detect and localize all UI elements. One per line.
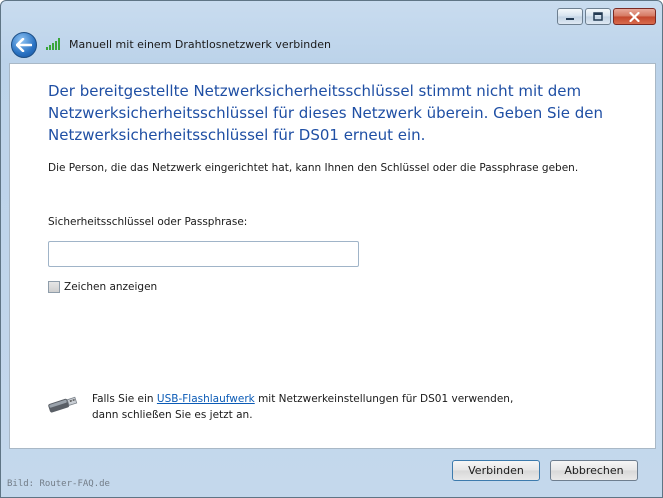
description-text: Die Person, die das Netzwerk eingerichte… — [48, 162, 579, 174]
error-heading: Der bereitgestellte Netzwerksicherheitss… — [48, 82, 603, 144]
usb-hint-line1: Falls Sie ein USB-Flashlaufwerk mit Netz… — [92, 391, 513, 407]
show-characters-checkbox[interactable] — [48, 281, 60, 293]
wireless-signal-icon — [46, 38, 60, 50]
caption-buttons — [557, 8, 656, 25]
footer: Bild: Router-FAQ.de Verbinden Abbrechen — [1, 449, 662, 497]
key-label: Sicherheitsschlüssel oder Passphrase: — [48, 216, 248, 228]
show-characters-label: Zeichen anzeigen — [64, 281, 158, 293]
usb-hint-text-before: Falls Sie ein — [92, 393, 157, 405]
content-panel: Der bereitgestellte Netzwerksicherheitss… — [9, 63, 656, 449]
show-characters-row[interactable]: Zeichen anzeigen — [48, 281, 157, 293]
maximize-button[interactable] — [585, 8, 611, 25]
connect-button[interactable]: Verbinden — [452, 460, 540, 481]
security-key-input[interactable] — [48, 241, 359, 267]
usb-flash-drive-link[interactable]: USB-Flashlaufwerk — [157, 393, 255, 405]
dialog-window: Manuell mit einem Drahtlosnetzwerk verbi… — [0, 0, 663, 498]
watermark-text: Bild: Router-FAQ.de — [7, 479, 110, 489]
close-button[interactable] — [613, 8, 656, 25]
maximize-icon — [593, 12, 603, 21]
cancel-button[interactable]: Abbrechen — [550, 460, 638, 481]
minimize-button[interactable] — [557, 8, 583, 25]
back-button[interactable] — [11, 32, 37, 58]
usb-hint-text-after: mit Netzwerkeinstellungen für DS01 verwe… — [254, 393, 514, 405]
usb-hint-line2: dann schließen Sie es jetzt an. — [92, 409, 253, 421]
usb-drive-icon — [48, 396, 78, 413]
titlebar: Manuell mit einem Drahtlosnetzwerk verbi… — [1, 1, 662, 63]
close-icon — [629, 11, 640, 22]
usb-hint: Falls Sie ein USB-Flashlaufwerk mit Netz… — [92, 391, 513, 423]
back-arrow-icon — [16, 38, 32, 52]
window-title: Manuell mit einem Drahtlosnetzwerk verbi… — [69, 38, 331, 51]
minimize-icon — [566, 17, 574, 20]
